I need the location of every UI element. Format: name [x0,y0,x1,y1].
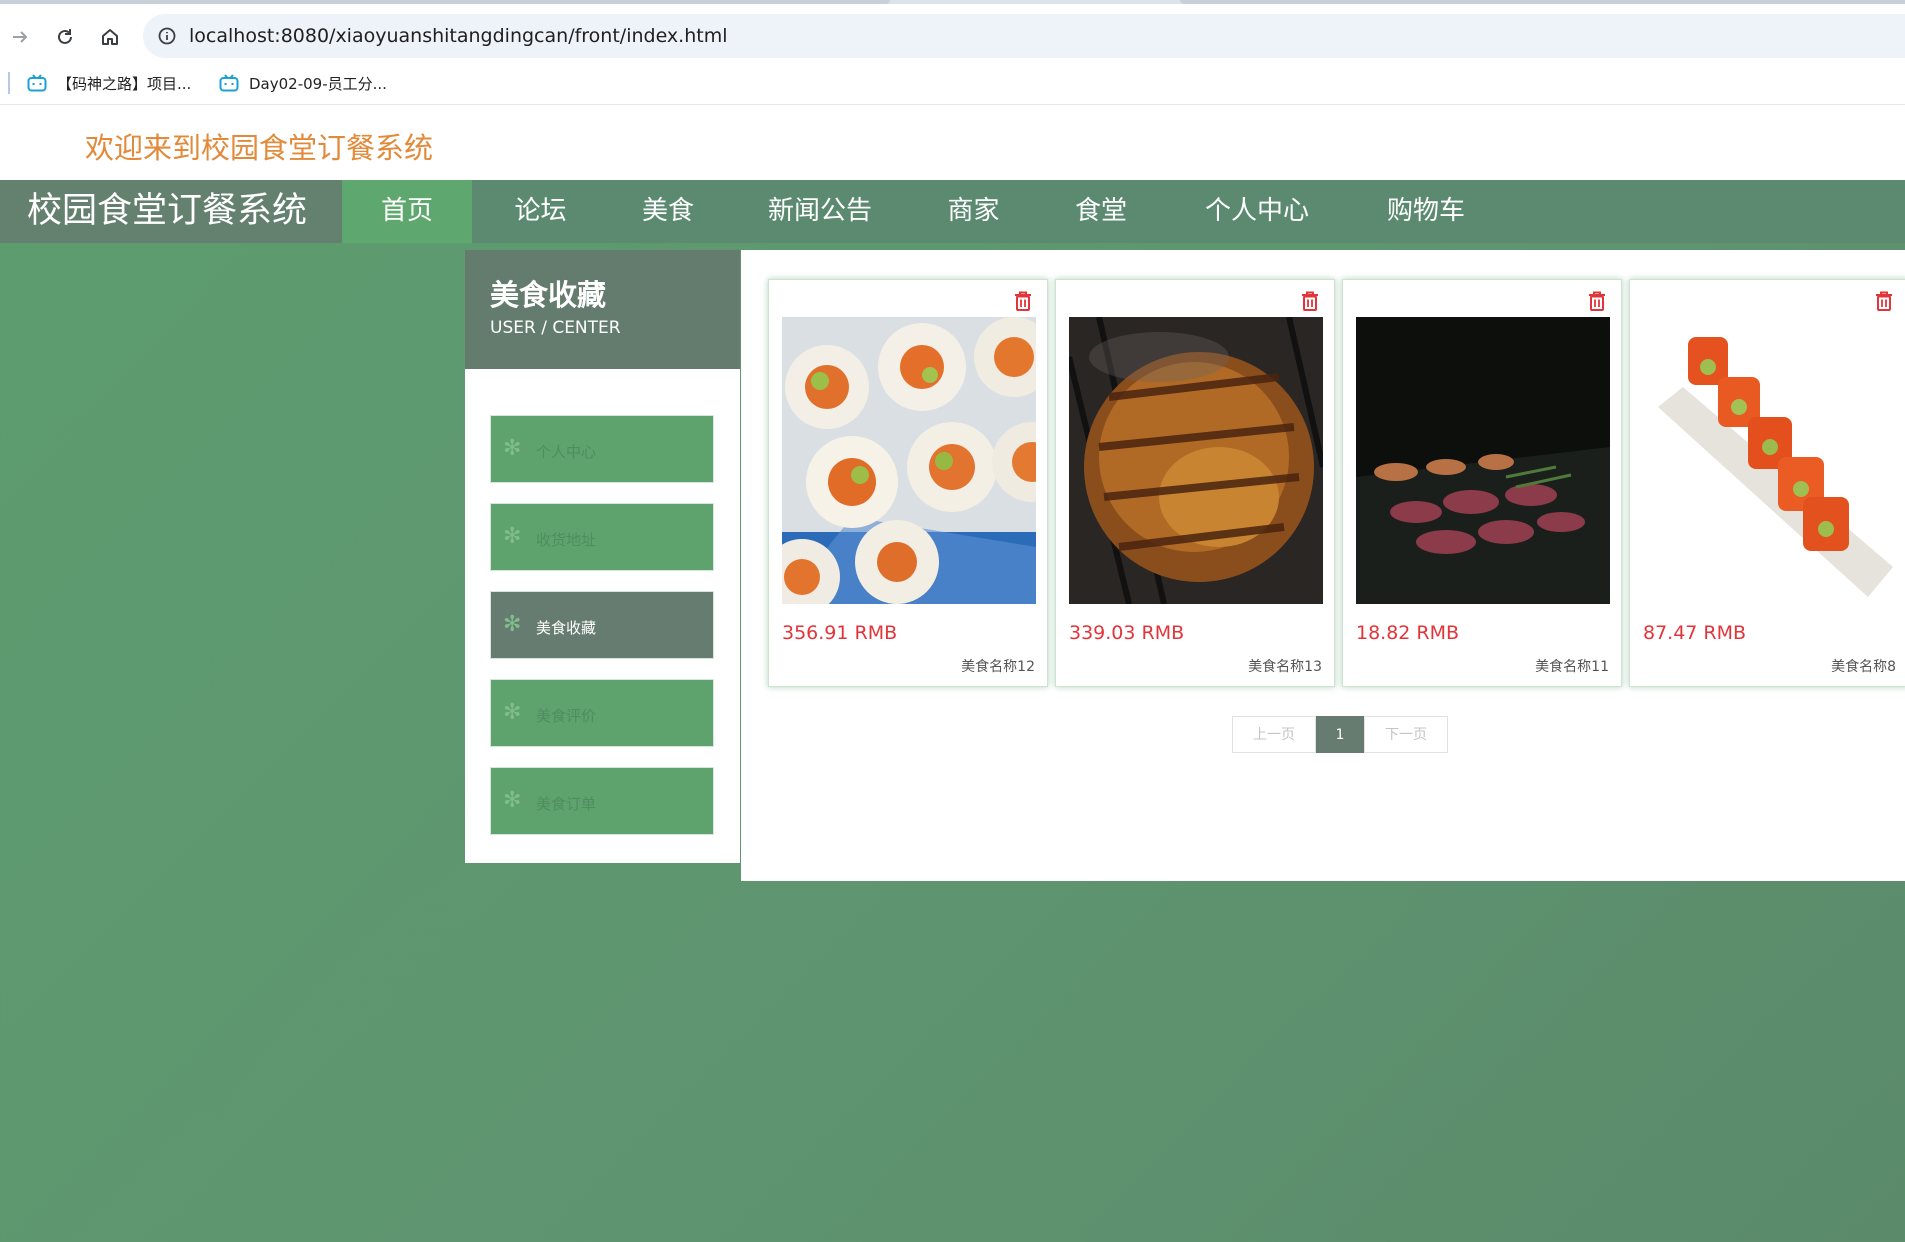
browser-toolbar: localhost:8080/xiaoyuanshitangdingcan/fr… [0,4,1905,62]
food-price: 87.47 RMB [1643,622,1747,644]
food-image[interactable] [1069,317,1323,604]
nav-item-user-center[interactable]: 个人中心 [1168,180,1346,243]
asterisk-icon: ✻ [503,612,522,637]
bookmarks-bar: 【码神之路】项目... Day02-09-员工分... [0,62,1905,105]
favorite-card[interactable]: 18.82 RMB 美食名称11 [1342,279,1622,687]
sidebar-item-address[interactable]: ✻ 收货地址 [490,503,714,571]
favorite-card[interactable]: 339.03 RMB 美食名称13 [1055,279,1335,687]
trash-icon[interactable] [1300,290,1320,312]
pagination: 上一页 1 下一页 [1232,716,1448,753]
nav-item-news[interactable]: 新闻公告 [727,180,913,243]
bookmark-label: Day02-09-员工分... [249,74,387,93]
sidebar-item-label: 美食评价 [536,707,597,725]
next-page-button[interactable]: 下一页 [1364,716,1448,753]
welcome-bar: 欢迎来到校园食堂订餐系统 [0,105,1905,180]
main-nav: 校园食堂订餐系统 首页 论坛 美食 新闻公告 商家 食堂 个人中心 购物车 [0,180,1905,243]
bookmark-item-1[interactable]: 【码神之路】项目... [27,70,191,96]
asterisk-icon: ✻ [503,524,522,549]
welcome-text: 欢迎来到校园食堂订餐系统 [85,131,434,165]
food-name[interactable]: 美食名称13 [1248,656,1322,676]
sidebar-header: 美食收藏 USER / CENTER [465,250,740,369]
url-text[interactable]: localhost:8080/xiaoyuanshitangdingcan/fr… [189,25,728,47]
home-icon[interactable] [95,22,125,52]
sidebar-menu: ✻ 个人中心 ✻ 收货地址 ✻ 美食收藏 ✻ 美食评价 ✻ 美食订单 [465,369,740,863]
forward-arrow-icon[interactable] [5,22,35,52]
sidebar-item-reviews[interactable]: ✻ 美食评价 [490,679,714,747]
food-image[interactable] [782,317,1036,604]
bookmark-label: 【码神之路】项目... [57,74,192,93]
site-info-icon[interactable] [157,26,177,46]
prev-page-button[interactable]: 上一页 [1232,716,1316,753]
trash-icon[interactable] [1874,290,1894,312]
favorite-card[interactable]: 356.91 RMB 美食名称12 [768,279,1048,687]
sidebar-item-label: 美食订单 [536,795,597,813]
food-image[interactable] [1356,317,1610,604]
asterisk-icon: ✻ [503,700,522,725]
sidebar-title: 美食收藏 [490,278,607,312]
favorite-card[interactable]: 87.47 RMB 美食名称8 [1629,279,1905,687]
nav-item-cart[interactable]: 购物车 [1346,180,1506,243]
sidebar-item-label: 收货地址 [536,531,597,549]
nav-item-forum[interactable]: 论坛 [472,180,609,243]
site-brand[interactable]: 校园食堂订餐系统 [0,180,342,243]
sidebar-item-favorites[interactable]: ✻ 美食收藏 [490,591,714,659]
trash-icon[interactable] [1013,290,1033,312]
food-price: 18.82 RMB [1356,622,1460,644]
food-name[interactable]: 美食名称8 [1831,656,1896,676]
food-price: 339.03 RMB [1069,622,1185,644]
sidebar-item-label: 个人中心 [536,443,597,461]
food-name[interactable]: 美食名称12 [961,656,1035,676]
bookmark-item-2[interactable]: Day02-09-员工分... [219,70,387,96]
nav-item-canteen[interactable]: 食堂 [1034,180,1168,243]
trash-icon[interactable] [1587,290,1607,312]
page-number-current[interactable]: 1 [1316,716,1364,753]
bookmarks-divider [8,72,10,94]
sidebar-item-orders[interactable]: ✻ 美食订单 [490,767,714,835]
asterisk-icon: ✻ [503,436,522,461]
nav-item-merchant[interactable]: 商家 [913,180,1034,243]
food-name[interactable]: 美食名称11 [1535,656,1609,676]
reload-icon[interactable] [50,22,80,52]
asterisk-icon: ✻ [503,788,522,813]
sidebar-item-label: 美食收藏 [536,619,597,637]
food-image[interactable] [1643,317,1897,604]
address-bar[interactable]: localhost:8080/xiaoyuanshitangdingcan/fr… [143,14,1905,58]
bilibili-tv-icon [219,74,239,92]
sidebar-subtitle: USER / CENTER [490,318,621,338]
nav-item-food[interactable]: 美食 [609,180,727,243]
food-price: 356.91 RMB [782,622,898,644]
bilibili-tv-icon [27,74,47,92]
nav-item-home[interactable]: 首页 [342,180,472,243]
sidebar-item-user-center[interactable]: ✻ 个人中心 [490,415,714,483]
